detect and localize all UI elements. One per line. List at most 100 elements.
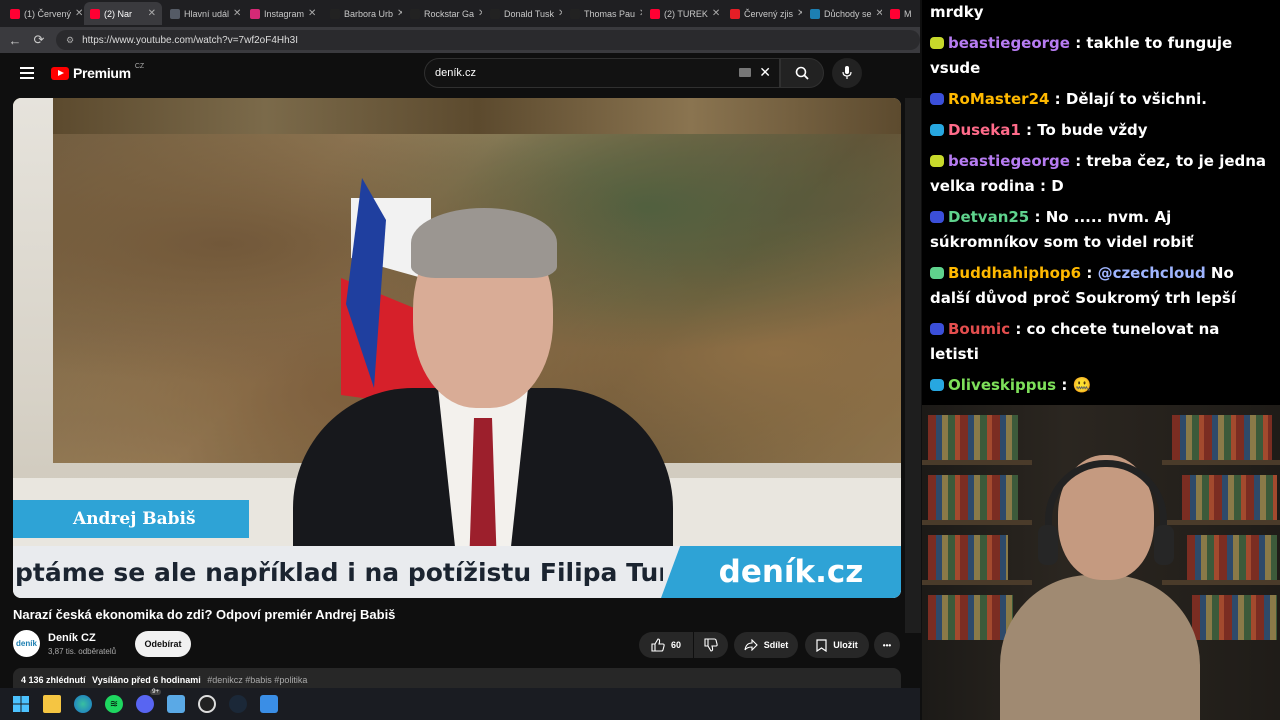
tab-favicon-icon	[410, 8, 420, 19]
dislike-button[interactable]	[694, 632, 728, 658]
chat-mention[interactable]: @czechcloud	[1098, 264, 1206, 282]
tab-label: M	[904, 8, 912, 19]
tab-label: Donald Tusk	[504, 8, 555, 19]
browser-tab[interactable]: Důchody se ✕	[804, 2, 882, 25]
close-tab-icon[interactable]: ✕	[233, 8, 241, 19]
more-actions-button[interactable]: •••	[874, 632, 900, 658]
browser-tab[interactable]: (2) Nar ✕	[84, 2, 162, 25]
site-info-icon[interactable]: ⚙	[66, 35, 74, 46]
steam-icon[interactable]	[229, 695, 247, 713]
search-button[interactable]	[780, 58, 824, 88]
youtube-logo[interactable]: Premium CZ	[51, 63, 144, 81]
ticker-brand: deník.cz	[661, 546, 901, 598]
chat-message: RoMaster24 : Dělají to všichni.	[930, 87, 1272, 112]
chat-message: Buddhahiphop6 : @czechcloud No další dův…	[930, 261, 1272, 311]
search-input[interactable]: deník.cz ✕	[424, 58, 780, 88]
like-count: 60	[670, 640, 681, 650]
subscribe-button[interactable]: Odebírat	[135, 631, 191, 657]
like-button[interactable]: 60	[639, 632, 693, 658]
snipping-tool-icon[interactable]	[260, 695, 278, 713]
hashtags: #denikcz #babis #politika	[207, 675, 308, 685]
chat-username[interactable]: RoMaster24	[948, 90, 1049, 108]
tab-bar: (1) Červený ✕ (2) Nar ✕ Hlavní udál ✕ Instagra…	[0, 0, 920, 27]
browser-window: (1) Červený ✕ (2) Nar ✕ Hlavní udál ✕ Instagra…	[0, 0, 921, 690]
edge-icon[interactable]	[74, 695, 92, 713]
browser-tab[interactable]: Barbora Urb ✕	[324, 2, 402, 25]
voice-search-button[interactable]	[832, 58, 862, 88]
ticker-text: ptáme se ale například i na potížistu Fi…	[15, 557, 663, 587]
news-ticker: ptáme se ale například i na potížistu Fi…	[13, 546, 901, 598]
chat-badge-icon	[930, 93, 944, 105]
windows-start-icon[interactable]	[12, 695, 30, 713]
close-tab-icon[interactable]: ✕	[712, 8, 720, 19]
keyboard-icon[interactable]	[739, 68, 751, 77]
tab-label: Thomas Pau	[584, 8, 636, 19]
close-tab-icon[interactable]: ✕	[558, 8, 562, 19]
clear-search-icon[interactable]: ✕	[759, 64, 771, 81]
notepad-icon[interactable]	[167, 695, 185, 713]
close-tab-icon[interactable]: ✕	[478, 8, 482, 19]
chat-text: : 🤐	[1056, 376, 1092, 394]
close-tab-icon[interactable]: ✕	[148, 8, 156, 19]
share-button[interactable]: Sdílet	[734, 632, 798, 658]
close-tab-icon[interactable]: ✕	[308, 8, 316, 19]
tab-favicon-icon	[570, 8, 580, 19]
close-tab-icon[interactable]: ✕	[797, 8, 802, 19]
publish-time: Vysíláno před 6 hodinami	[92, 675, 201, 685]
logo-text: Premium	[73, 65, 131, 81]
chat-username[interactable]: Buddhahiphop6	[948, 264, 1081, 282]
discord-icon[interactable]: 9+	[136, 689, 161, 713]
browser-tab[interactable]: Červený zjis ✕	[724, 2, 802, 25]
chat-message: Oliveskippus : 🤐	[930, 373, 1272, 398]
chat-username[interactable]: Duseka1	[948, 121, 1021, 139]
close-tab-icon[interactable]: ✕	[397, 8, 402, 19]
chat-username[interactable]: beastiegeorge	[948, 34, 1070, 52]
browser-tab[interactable]: Rockstar Ga✕	[404, 2, 482, 25]
save-button[interactable]: Uložit	[805, 632, 869, 658]
browser-tab[interactable]: Donald Tusk✕	[484, 2, 562, 25]
back-icon[interactable]: ←	[8, 33, 22, 48]
menu-icon[interactable]	[20, 67, 34, 79]
chat-message: Duseka1 : To bude vždy	[930, 118, 1272, 143]
file-explorer-icon[interactable]	[43, 695, 61, 713]
description-box[interactable]: 4 136 zhlédnutí Vysíláno před 6 hodinami…	[13, 668, 901, 690]
close-tab-icon[interactable]: ✕	[639, 8, 642, 19]
chat-message: Boumic : co chcete tunelovat na letisti	[930, 317, 1272, 367]
spotify-icon[interactable]: ≋	[105, 695, 123, 713]
obs-icon[interactable]	[198, 695, 216, 713]
chat-message: Detvan25 : No ..... nvm. Aj súkromníkov …	[930, 205, 1272, 255]
search-value: deník.cz	[435, 67, 476, 79]
tab-favicon-icon	[650, 8, 660, 19]
chat-username[interactable]: Detvan25	[948, 208, 1029, 226]
browser-tab[interactable]: (2) TUREK ✕	[644, 2, 722, 25]
chat-username[interactable]: Oliveskippus	[948, 376, 1056, 394]
url-field[interactable]: ⚙ https://www.youtube.com/watch?v=7wf2oF…	[56, 30, 920, 50]
tab-label: (2) TUREK	[664, 8, 708, 19]
chat-badge-icon	[930, 267, 944, 279]
browser-tab[interactable]: Instagram ✕	[244, 2, 322, 25]
chat-username[interactable]: beastiegeorge	[948, 152, 1070, 170]
tab-favicon-icon	[170, 8, 180, 19]
chat-badge-icon	[930, 323, 944, 335]
channel-avatar[interactable]: deník	[13, 630, 40, 657]
chat-username[interactable]: Boumic	[948, 320, 1010, 338]
tab-favicon-icon	[90, 8, 100, 19]
browser-tab[interactable]: Hlavní udál ✕	[164, 2, 242, 25]
browser-tab[interactable]: Thomas Pau✕	[564, 2, 642, 25]
address-bar-row: ← ⟳ ⚙ https://www.youtube.com/watch?v=7w…	[0, 27, 920, 53]
video-player[interactable]: Andrej Babiš ptáme se ale například i na…	[13, 98, 901, 598]
browser-tab[interactable]: M✕	[884, 2, 920, 25]
chat-text: : Dělají to všichni.	[1049, 90, 1207, 108]
youtube-play-icon	[51, 66, 69, 80]
chat-badge-icon	[930, 379, 944, 391]
streamer-image	[1000, 455, 1200, 720]
close-tab-icon[interactable]: ✕	[75, 8, 82, 19]
close-tab-icon[interactable]: ✕	[876, 8, 882, 19]
channel-name[interactable]: Deník CZ	[48, 632, 116, 644]
tab-label: Červený zjis	[744, 8, 794, 19]
view-count: 4 136 zhlédnutí	[21, 675, 86, 685]
chat-badge-icon	[930, 155, 944, 167]
reload-icon[interactable]: ⟳	[32, 32, 46, 48]
browser-tab[interactable]: (1) Červený ✕	[4, 2, 82, 25]
windows-taskbar: ≋ 9+	[0, 688, 920, 720]
